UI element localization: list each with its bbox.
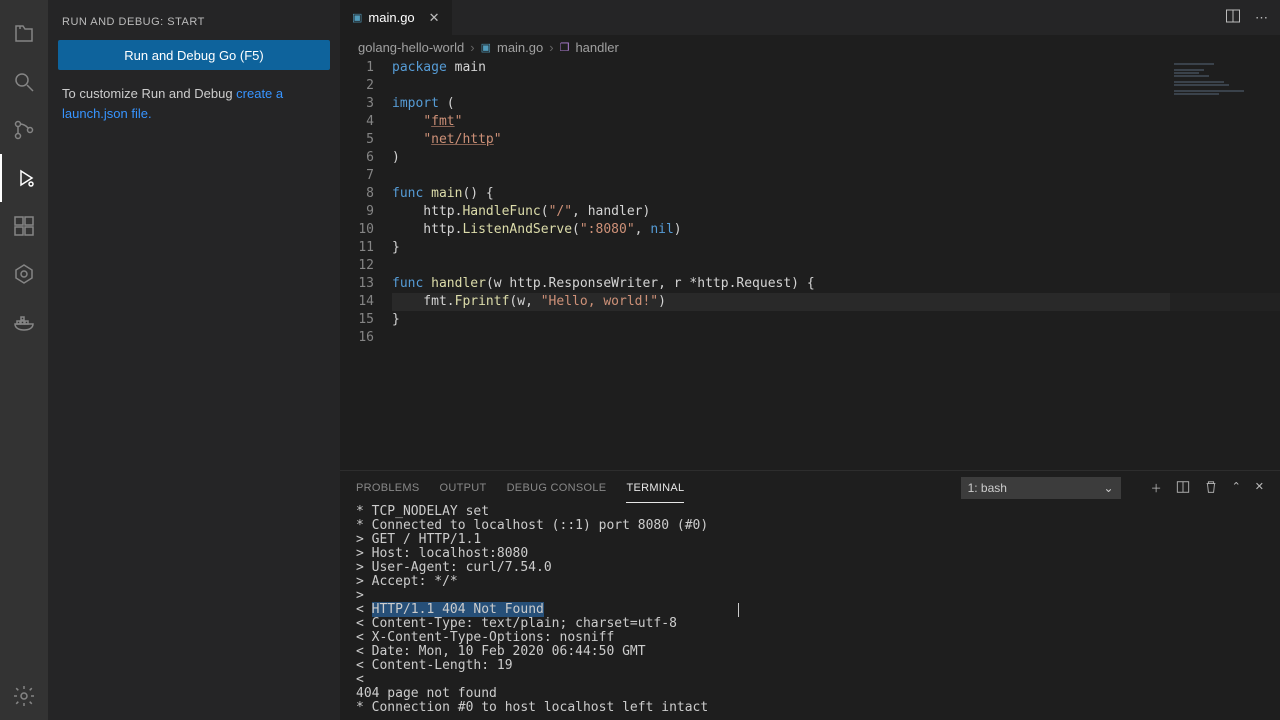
terminal-line: * Connected to localhost (::1) port 8080…: [356, 519, 1264, 533]
code-line[interactable]: "net/http": [392, 131, 1280, 149]
maximize-panel-icon[interactable]: ⌃: [1232, 480, 1241, 497]
editor-group: ▣ main.go ✕ ⋯ golang-hello-world › ▣ mai…: [340, 0, 1280, 720]
code-content[interactable]: package main import ( "fmt" "net/http") fu…: [392, 59, 1280, 470]
code-line[interactable]: fmt.Fprintf(w, "Hello, world!"): [392, 293, 1280, 311]
code-line[interactable]: http.HandleFunc("/", handler): [392, 203, 1280, 221]
split-terminal-icon[interactable]: [1176, 480, 1190, 497]
panel-tab-problems[interactable]: PROBLEMS: [356, 474, 420, 503]
terminal-line: < Date: Mon, 10 Feb 2020 06:44:50 GMT: [356, 645, 1264, 659]
bottom-panel: PROBLEMS OUTPUT DEBUG CONSOLE TERMINAL 1: b…: [340, 470, 1280, 720]
close-tab-icon[interactable]: ✕: [429, 10, 440, 26]
go-file-icon: ▣: [481, 41, 491, 54]
panel-tab-debug-console[interactable]: DEBUG CONSOLE: [507, 474, 607, 503]
tab-main-go[interactable]: ▣ main.go ✕: [340, 0, 453, 35]
minimap[interactable]: [1170, 59, 1280, 470]
terminal-picker-label: 1: bash: [968, 481, 1007, 495]
line-number: 16: [340, 329, 374, 347]
chevron-down-icon: ⌄: [1104, 481, 1114, 495]
line-number: 1: [340, 59, 374, 77]
more-actions-icon[interactable]: ⋯: [1255, 10, 1268, 26]
go-file-icon: ▣: [352, 11, 362, 24]
terminal-line: * Connection #0 to host localhost left i…: [356, 701, 1264, 715]
line-number: 8: [340, 185, 374, 203]
line-number: 5: [340, 131, 374, 149]
panel-tab-terminal[interactable]: TERMINAL: [626, 474, 684, 503]
terminal-output[interactable]: * TCP_NODELAY set* Connected to localhos…: [340, 505, 1280, 720]
line-number: 15: [340, 311, 374, 329]
terminal-line: < Content-Type: text/plain; charset=utf-…: [356, 617, 1264, 631]
terminal-line: > GET / HTTP/1.1: [356, 533, 1264, 547]
customize-hint: To customize Run and Debug create a laun…: [58, 70, 330, 137]
terminal-line: < Content-Length: 19: [356, 659, 1264, 673]
code-line[interactable]: package main: [392, 59, 1280, 77]
run-debug-icon[interactable]: [0, 154, 48, 202]
settings-gear-icon[interactable]: [0, 672, 48, 720]
close-panel-icon[interactable]: ✕: [1255, 480, 1264, 497]
line-number: 10: [340, 221, 374, 239]
terminal-picker[interactable]: 1: bash ⌄: [961, 477, 1121, 499]
terminal-line: <: [356, 673, 1264, 687]
code-line[interactable]: ): [392, 149, 1280, 167]
code-line[interactable]: [392, 167, 1280, 185]
code-line[interactable]: "fmt": [392, 113, 1280, 131]
code-line[interactable]: [392, 257, 1280, 275]
editor-tab-bar: ▣ main.go ✕ ⋯: [340, 0, 1280, 35]
panel-tab-output[interactable]: OUTPUT: [440, 474, 487, 503]
line-number: 6: [340, 149, 374, 167]
code-line[interactable]: http.ListenAndServe(":8080", nil): [392, 221, 1280, 239]
terminal-line: > Host: localhost:8080: [356, 547, 1264, 561]
line-number: 13: [340, 275, 374, 293]
new-terminal-icon[interactable]: ＋: [1151, 480, 1162, 497]
breadcrumb-project[interactable]: golang-hello-world: [358, 40, 464, 55]
line-number: 14: [340, 293, 374, 311]
code-line[interactable]: import (: [392, 95, 1280, 113]
tab-filename: main.go: [368, 10, 414, 25]
code-editor[interactable]: 12345678910111213141516 package mainimpo…: [340, 59, 1280, 470]
activity-bar: [0, 0, 48, 720]
symbol-icon: ❐: [560, 41, 570, 54]
source-control-icon[interactable]: [0, 106, 48, 154]
code-line[interactable]: func main() {: [392, 185, 1280, 203]
line-number: 2: [340, 77, 374, 95]
code-line[interactable]: }: [392, 239, 1280, 257]
customize-hint-text: To customize Run and Debug: [62, 86, 236, 101]
terminal-cursor: [738, 603, 739, 617]
terminal-line: 404 page not found: [356, 687, 1264, 701]
line-number: 3: [340, 95, 374, 113]
terminal-line: < X-Content-Type-Options: nosniff: [356, 631, 1264, 645]
panel-title: RUN AND DEBUG: START: [58, 10, 330, 40]
split-editor-icon[interactable]: [1225, 8, 1241, 27]
line-number: 7: [340, 167, 374, 185]
extensions-icon[interactable]: [0, 202, 48, 250]
line-number-gutter: 12345678910111213141516: [340, 59, 392, 470]
terminal-line: > User-Agent: curl/7.54.0: [356, 561, 1264, 575]
terminal-line: >: [356, 589, 1264, 603]
code-line[interactable]: [392, 77, 1280, 95]
search-icon[interactable]: [0, 58, 48, 106]
code-line[interactable]: [392, 329, 1280, 347]
code-line[interactable]: func handler(w http.ResponseWriter, r *h…: [392, 275, 1280, 293]
breadcrumb[interactable]: golang-hello-world › ▣ main.go › ❐ handl…: [340, 35, 1280, 59]
panel-tab-bar: PROBLEMS OUTPUT DEBUG CONSOLE TERMINAL 1: b…: [340, 471, 1280, 505]
line-number: 9: [340, 203, 374, 221]
line-number: 12: [340, 257, 374, 275]
breadcrumb-file[interactable]: main.go: [497, 40, 543, 55]
breadcrumb-symbol[interactable]: handler: [575, 40, 618, 55]
terminal-line: < HTTP/1.1 404 Not Found: [356, 603, 1264, 617]
explorer-icon[interactable]: [0, 10, 48, 58]
kubernetes-icon[interactable]: [0, 250, 48, 298]
docker-icon[interactable]: [0, 298, 48, 346]
run-debug-panel: RUN AND DEBUG: START Run and Debug Go (F…: [48, 0, 340, 720]
terminal-line: * TCP_NODELAY set: [356, 505, 1264, 519]
terminal-line: > Accept: */*: [356, 575, 1264, 589]
kill-terminal-icon[interactable]: [1204, 480, 1218, 497]
line-number: 4: [340, 113, 374, 131]
run-and-debug-button[interactable]: Run and Debug Go (F5): [58, 40, 330, 70]
line-number: 11: [340, 239, 374, 257]
code-line[interactable]: }: [392, 311, 1280, 329]
